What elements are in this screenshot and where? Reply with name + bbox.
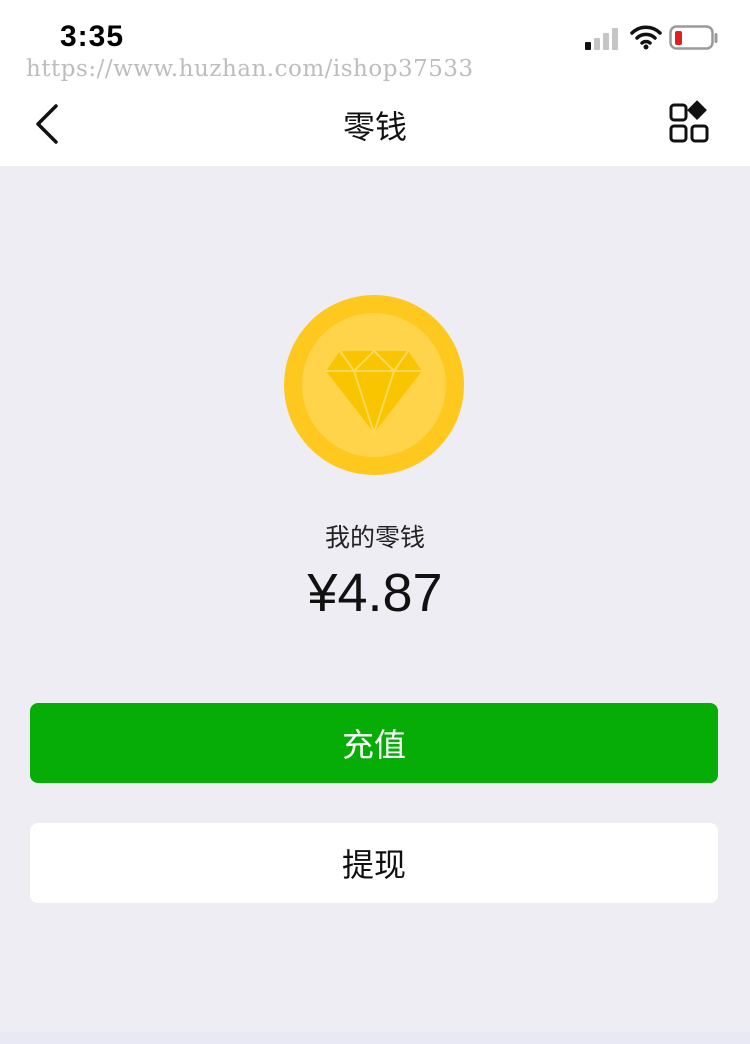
diamond-coin-icon bbox=[284, 295, 464, 475]
page-title: 零钱 bbox=[342, 108, 407, 146]
withdraw-button[interactable]: 提现 bbox=[30, 823, 718, 903]
wifi-icon bbox=[630, 25, 662, 50]
navigation-bar: 零钱 bbox=[0, 82, 750, 166]
status-bar: 3:35 https://www.huzhan.com/ishop37533 bbox=[0, 0, 750, 82]
battery-low-icon bbox=[669, 25, 718, 50]
watermark-text: https://www.huzhan.com/ishop37533 bbox=[26, 56, 474, 82]
balance-amount: ¥4.87 bbox=[307, 563, 443, 623]
status-time: 3:35 bbox=[60, 20, 125, 53]
cellular-signal-icon bbox=[585, 28, 618, 50]
balance-label: 我的零钱 bbox=[324, 523, 425, 552]
grid-menu-icon[interactable] bbox=[668, 100, 714, 146]
recharge-button-label: 充值 bbox=[341, 726, 406, 764]
recharge-button[interactable]: 充值 bbox=[30, 703, 718, 783]
withdraw-button-label: 提现 bbox=[341, 846, 406, 884]
bottom-divider bbox=[0, 1032, 750, 1044]
